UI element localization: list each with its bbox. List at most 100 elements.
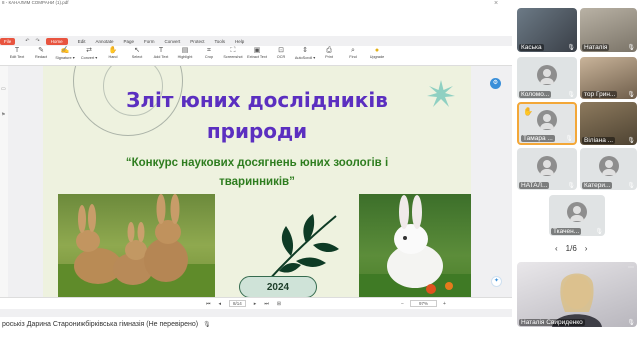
toolbar-button-label: Highlight (177, 55, 193, 59)
zoom-level-field[interactable]: 97% (409, 300, 437, 307)
participant-tile[interactable]: Ткачен... 🎙 (549, 195, 605, 236)
zoom-out-icon[interactable]: − (401, 301, 404, 307)
toolbar-button[interactable]: ✋ Hand (102, 46, 124, 59)
participant-name: Катери... (582, 182, 613, 189)
toolbar-button[interactable]: ▣ Extract Text (246, 46, 268, 59)
mic-muted-icon: 🎙 (565, 136, 573, 142)
menu-bar: File ↶ ↷ Home Edit Annotate Page Form Co… (0, 36, 512, 46)
participant-tile[interactable]: Коломо... 🎙 (517, 57, 577, 99)
pdf-editor: 8 - КАНАЛИМ СОМРАНИ (1).pdf × File ↶ ↷ H… (0, 0, 512, 337)
participant-name: Каська (519, 44, 544, 51)
document-title: 8 - КАНАЛИМ СОМРАНИ (1).pdf (2, 0, 69, 5)
close-icon[interactable]: × (494, 0, 498, 7)
participant-name: Ткачен... (551, 228, 582, 235)
toolbar-button[interactable]: ● Upgrade (366, 46, 388, 59)
fit-page-icon[interactable]: ⊞ (277, 301, 281, 307)
participant-tile[interactable]: тор Грин... 🎙 (580, 57, 637, 99)
pager-next-icon[interactable]: › (585, 244, 588, 253)
ai-assistant-icon[interactable]: ⚙ (490, 78, 501, 89)
page-number-field[interactable]: 8/14 (229, 300, 246, 307)
extract-text-icon: ▣ (253, 47, 261, 54)
white-rabbit-photo (359, 194, 471, 297)
menu-page[interactable]: Page (123, 39, 134, 44)
redact-icon: ✎ (38, 47, 44, 54)
microphone-icon: 🎙 (203, 322, 211, 328)
next-page-icon[interactable]: ▸ (254, 301, 257, 307)
print-icon: ⎙ (326, 47, 332, 54)
toolbar-button[interactable]: T Edit Text (6, 46, 28, 59)
menu-convert[interactable]: Convert (164, 39, 180, 44)
toolbar-button[interactable]: ⛶ Screenshot (222, 46, 244, 59)
slide-title-line1: Зліт юних дослідників (126, 88, 388, 112)
zoom-in-icon[interactable]: + (443, 301, 446, 307)
toolbar-button-label: Screenshot (223, 55, 243, 59)
toolbar-button-label: Convert ▾ (80, 56, 98, 60)
menu-protect[interactable]: Protect (190, 39, 204, 44)
signature-icon: ✍ (60, 47, 70, 54)
screenshot-icon: ⛶ (230, 47, 236, 54)
crop-icon: ⌗ (207, 47, 211, 54)
toolbar-button-label: Upgrade (369, 55, 385, 59)
thumbnail-icon[interactable]: ▭ (1, 86, 7, 92)
pager-prev-icon[interactable]: ‹ (555, 244, 558, 253)
menu-help[interactable]: Help (235, 39, 244, 44)
toolbar-button[interactable]: ⇕ AutoScroll ▾ (294, 46, 316, 60)
toolbar-button[interactable]: ⊡ OCR (270, 46, 292, 59)
more-options-icon[interactable]: ⋯ (628, 264, 634, 271)
participant-tile-active[interactable]: ✋ Тамара ... 🎙 (517, 102, 577, 145)
participant-tile[interactable]: Наталія 🎙 (580, 8, 637, 52)
toolbar-button[interactable]: ⌗ Crop (198, 46, 220, 59)
avatar (537, 155, 557, 176)
slide-subtitle-line2: тваринників” (219, 176, 295, 188)
chat-bubble-icon[interactable]: ✦ (491, 276, 502, 287)
redo-icon[interactable]: ↷ (35, 38, 39, 44)
pdf-navigation-bar: ⏮ ◂ 8/14 ▸ ⏭ ⊞ − 97% + (0, 297, 512, 309)
menu-file[interactable]: File (0, 37, 16, 45)
participant-name: Наталія Свириденко (519, 319, 585, 326)
participant-tile[interactable]: НАТАЛ... 🎙 (517, 148, 577, 190)
participant-tile-speaker[interactable]: ⋯ Наталія Свириденко 🎙 (517, 262, 637, 327)
ocr-icon: ⊡ (278, 47, 284, 54)
participant-tile[interactable]: Катери... 🎙 (580, 148, 637, 190)
left-sidebar: ▭ ⚑ (0, 66, 8, 297)
toolbar-button-label: Extract Text (247, 55, 267, 59)
first-page-icon[interactable]: ⏮ (206, 301, 211, 307)
prev-page-icon[interactable]: ◂ (219, 301, 222, 307)
menu-tools[interactable]: Tools (215, 39, 226, 44)
participant-tile[interactable]: Каська 🎙 (517, 8, 577, 52)
upgrade-icon: ● (374, 47, 380, 54)
menu-edit[interactable]: Edit (78, 39, 86, 44)
toolbar-button[interactable]: ⇄ Convert ▾ (78, 46, 100, 60)
toolbar-button[interactable]: ↖ Select (126, 46, 148, 59)
toolbar-button-label: Add Text (153, 55, 169, 59)
undo-icon[interactable]: ↶ (25, 38, 29, 44)
mic-muted-icon: 🎙 (627, 320, 635, 326)
avatar (537, 110, 557, 131)
toolbar-button-label: Find (349, 55, 357, 59)
toolbar-button[interactable]: ✍ Signature ▾ (54, 46, 76, 60)
participants-pager: ‹ 1/6 › (555, 244, 587, 253)
slide-subtitle-line1: “Конкурс наукових досягнень юних зоологі… (125, 157, 389, 169)
menu-form[interactable]: Form (144, 39, 155, 44)
toolbar-button[interactable]: T Add Text (150, 46, 172, 59)
toolbar-button[interactable]: ⌕ Find (342, 46, 364, 59)
pdf-page-slide: Зліт юних дослідників природи “Конкурс н… (43, 66, 471, 297)
bookmark-icon[interactable]: ⚑ (1, 112, 7, 118)
toolbar-button[interactable]: ▤ Highlight (174, 46, 196, 59)
presenter-status-bar: роськіз Дарина Старонижбірківська гімназ… (0, 317, 512, 337)
menu-home[interactable]: Home (45, 37, 68, 45)
last-page-icon[interactable]: ⏭ (264, 301, 269, 307)
select-icon: ↖ (134, 47, 140, 54)
toolbar-button[interactable]: ✎ Redact (30, 46, 52, 59)
participant-tile[interactable]: Віліана ... 🎙 (580, 102, 637, 145)
hand-icon: ✋ (108, 47, 118, 54)
toolbar-button[interactable]: ⎙ Print (318, 46, 340, 59)
year-badge: 2024 (239, 276, 317, 297)
toolbar-button-label: Signature ▾ (55, 56, 75, 60)
menu-annotate[interactable]: Annotate (95, 39, 113, 44)
mic-muted-icon: 🎙 (567, 92, 575, 98)
toolbar-button-label: Edit Text (9, 55, 25, 59)
participant-name: Тамара ... (521, 135, 555, 142)
participant-name: НАТАЛ... (519, 182, 550, 189)
rabbits-photo (58, 194, 215, 297)
